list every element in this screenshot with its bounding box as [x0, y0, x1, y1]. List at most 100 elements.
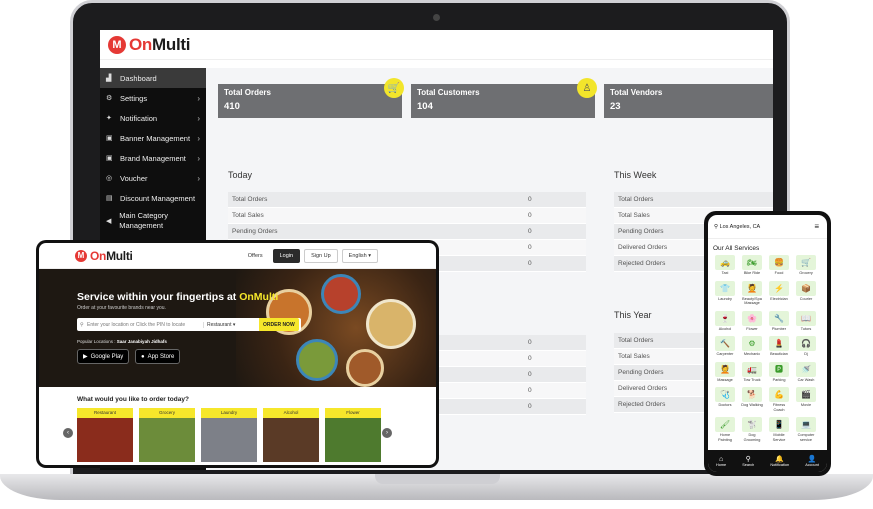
brand-name[interactable]: OnMulti [90, 249, 133, 263]
stat-card-total-orders[interactable]: Total Orders 410 🛒 [218, 78, 404, 118]
category-card[interactable]: Alcohol [263, 408, 319, 462]
service-item[interactable]: 📱 Mobile Service [768, 417, 790, 442]
sidebar-item[interactable]: ▣ Banner Management › [100, 128, 206, 148]
service-item[interactable]: 🌸 Flower [741, 310, 763, 332]
category-card[interactable]: Flower [325, 408, 381, 462]
sidebar-item-label: Dashboard [120, 73, 157, 83]
service-icon: 🐩 [742, 417, 762, 432]
service-item[interactable]: 🔨 Carpenter [714, 336, 736, 357]
tab-account[interactable]: 👤 Account [805, 455, 819, 467]
row-value: 0 [528, 196, 532, 203]
service-label: Home Painting [718, 433, 732, 442]
sidebar-item[interactable]: ▟ Dashboard [100, 68, 206, 88]
tab-home[interactable]: ⌂ Home [716, 456, 726, 467]
service-item[interactable]: 🎧 Dj [795, 336, 817, 357]
service-item[interactable]: 🔧 Plumber [768, 310, 790, 332]
location-input[interactable]: ⚲ Enter your location or Click the PIN to… [77, 322, 203, 328]
service-icon: 🎧 [796, 336, 816, 351]
tab-search[interactable]: ⚲ Search [742, 455, 754, 467]
service-icon: 🍷 [715, 310, 735, 326]
chevron-right-icon[interactable]: › [382, 428, 392, 438]
order-now-button[interactable]: ORDER NOW [259, 318, 299, 331]
sidebar-item-label: Settings [120, 93, 148, 103]
image-icon: ▣ [106, 135, 113, 142]
app-store-label: App Store [147, 353, 175, 360]
service-item[interactable]: 👕 Laundry [714, 280, 736, 306]
table-row: Total Sales 0 [228, 208, 586, 224]
chevron-left-icon[interactable]: ‹ [63, 428, 73, 438]
service-item[interactable]: 🅿 Parking [768, 361, 790, 383]
service-item[interactable]: 🖌 Home Painting [714, 417, 736, 442]
brand-logo-icon[interactable]: M [108, 35, 126, 54]
stat-label: Total Orders [224, 88, 271, 97]
app-store-button[interactable]: ● App Store [135, 349, 181, 364]
service-icon: 🔨 [715, 336, 735, 351]
service-item[interactable]: 📦 Courier [795, 280, 817, 306]
service-item[interactable]: 🚕 Taxi [714, 255, 736, 276]
service-item[interactable]: 💆 Massage [714, 361, 736, 383]
service-item[interactable]: 🐩 Dog Grooming [741, 417, 763, 442]
stat-card-total-customers[interactable]: Total Customers 104 ♙ [411, 78, 597, 118]
popular-location-links[interactable]: Saar Janabiyah Jidhafs [117, 339, 167, 344]
sidebar-item[interactable]: ▤ Discount Management [100, 188, 206, 208]
language-select[interactable]: English ▾ [341, 249, 378, 263]
mobile-phone-frame: ⚲ Los Angeles, CA ≡ Our All Services 🚕 Ta… [704, 211, 831, 476]
service-item[interactable]: ⚡ Electrician [768, 280, 790, 306]
service-label: Tutors [800, 326, 812, 331]
service-icon: 🌸 [742, 310, 762, 326]
service-label: Mobile Service [772, 433, 786, 442]
login-button[interactable]: Login [272, 249, 301, 263]
service-item[interactable]: 🚿 Car Wash [795, 361, 817, 383]
tab-notification[interactable]: 🔔 Notification [770, 455, 789, 467]
menu-icon[interactable]: ≡ [814, 222, 819, 231]
stat-value: 104 [417, 101, 433, 112]
service-item[interactable]: 💆 Beauty/Spa Massage [741, 280, 763, 306]
row-value: 0 [528, 371, 532, 378]
location-placeholder: Enter your location or Click the PIN to … [87, 321, 186, 328]
brand-name[interactable]: OnMulti [129, 35, 190, 55]
brand-name-on: On [129, 34, 153, 54]
signup-button[interactable]: Sign Up [304, 249, 338, 263]
google-play-button[interactable]: ▶ Google Play [77, 349, 130, 364]
service-item[interactable]: 🍷 Alcohol [714, 310, 736, 332]
panel-title-this-year: This Year [614, 310, 652, 320]
sidebar-item[interactable]: ⚙ Settings › [100, 88, 206, 108]
service-item[interactable]: 📖 Tutors [795, 310, 817, 332]
category-image [139, 418, 195, 462]
location-search-bar: ⚲ Enter your location or Click the PIN to… [77, 318, 301, 331]
service-item[interactable]: 🩺 Doctors [714, 387, 736, 412]
service-item[interactable]: ⚙ Mechanic [741, 336, 763, 357]
dish-image [366, 299, 416, 349]
website-window: M OnMulti Offers Login Sign Up English ▾… [36, 240, 439, 468]
sidebar-item[interactable]: ✦ Notification › [100, 108, 206, 128]
service-label: Alcohol [718, 326, 732, 331]
sidebar-item[interactable]: ◀ Main Category Management [100, 208, 206, 234]
service-item[interactable]: 🐕 Dog Walking [741, 387, 763, 412]
brand-logo-icon[interactable]: M [75, 249, 87, 262]
stat-card-total-vendors[interactable]: Total Vendors 23 [604, 84, 773, 118]
service-icon: 🎬 [796, 387, 816, 402]
category-card[interactable]: Restaurant [77, 408, 133, 462]
search-icon: ⚲ [745, 456, 751, 463]
category-card[interactable]: Laundry [201, 408, 257, 462]
service-item[interactable]: 💻 Computer service [795, 417, 817, 442]
category-select[interactable]: Restaurant ▾ [203, 321, 259, 328]
service-label: Dj [804, 352, 808, 356]
service-item[interactable]: 🎬 Movie [795, 387, 817, 412]
offers-link[interactable]: Offers [241, 250, 269, 262]
mobile-location-bar[interactable]: ⚲ Los Angeles, CA [708, 215, 827, 239]
category-card[interactable]: Grocery [139, 408, 195, 462]
sidebar-item-label: Brand Management [120, 153, 186, 163]
panel-title-today: Today [228, 170, 253, 180]
sidebar-item[interactable]: ◎ Voucher › [100, 168, 206, 188]
service-item[interactable]: 🏍 Bike Ride [741, 255, 763, 276]
apple-icon: ● [141, 353, 145, 360]
service-item[interactable]: 🛒 Grocery [795, 255, 817, 276]
service-item[interactable]: 🍔 Food [768, 255, 790, 276]
ticket-icon: ▤ [106, 195, 113, 202]
service-item[interactable]: 🚛 Tow Truck [741, 361, 763, 383]
sidebar-item[interactable]: ▣ Brand Management › [100, 148, 206, 168]
service-item[interactable]: 💄 Beautician [768, 336, 790, 357]
service-item[interactable]: 💪 Fitness Coach [768, 387, 790, 412]
bulb-icon: ✦ [106, 115, 112, 122]
